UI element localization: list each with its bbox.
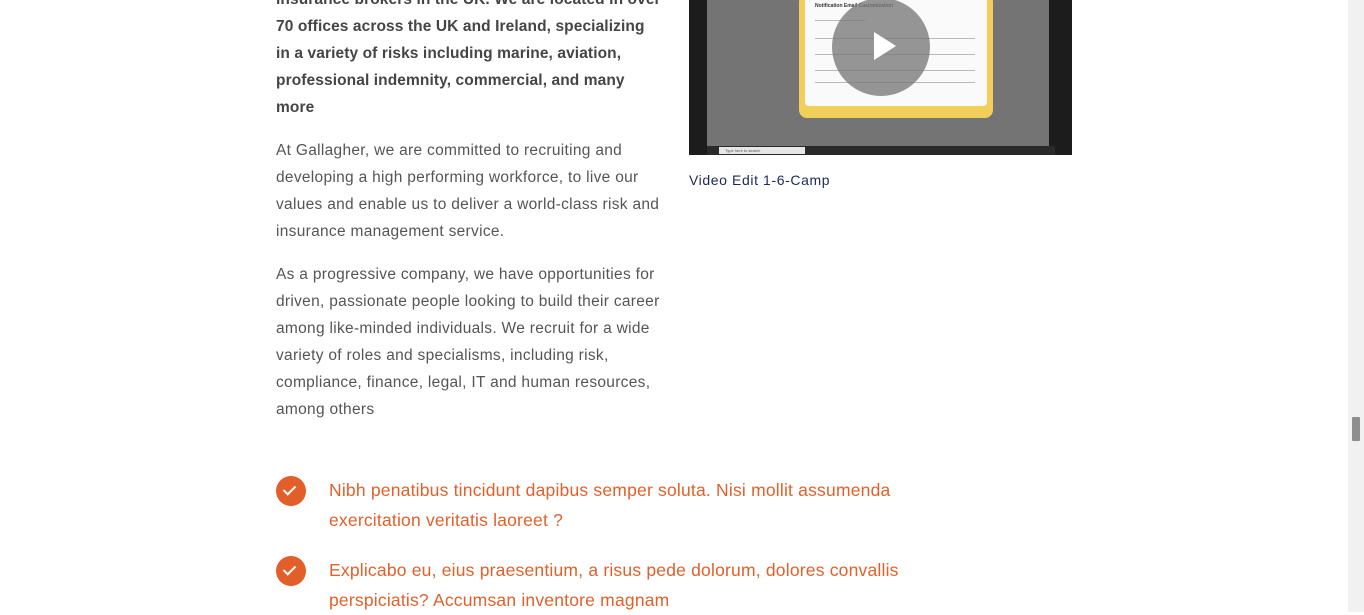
checkmark-icon [276, 476, 306, 506]
video-player[interactable]: Notification Email Customization Type he… [689, 0, 1072, 155]
thumbnail-taskbar-search: Type here to search [719, 147, 805, 154]
video-caption: Video Edit 1-6-Camp [689, 172, 831, 188]
opportunities-paragraph: As a progressive company, we have opport… [276, 266, 660, 418]
checklist-item-text: Explicabo eu, eius praesentium, a risus … [329, 560, 899, 610]
page-scrollbar[interactable] [1348, 0, 1364, 612]
intro-paragraph: insurance brokers in the UK. We are loca… [276, 0, 661, 116]
play-icon [874, 32, 896, 60]
play-button[interactable] [832, 0, 930, 96]
scrollbar-thumb[interactable] [1352, 417, 1360, 441]
checklist-item-text: Nibh penatibus tincidunt dapibus semper … [329, 480, 891, 530]
checkmark-icon [276, 556, 306, 586]
commitment-paragraph: At Gallagher, we are committed to recrui… [276, 142, 660, 240]
article-body: insurance brokers in the UK. We are loca… [276, 0, 661, 439]
thumbnail-taskbar: Type here to search [707, 146, 1055, 155]
